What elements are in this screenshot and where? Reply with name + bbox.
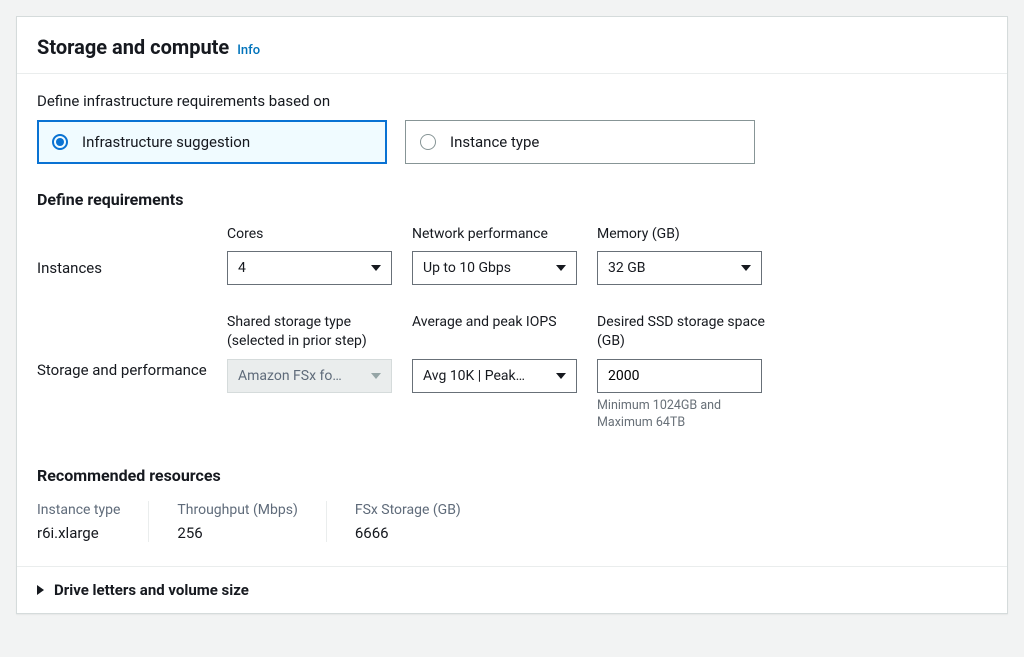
chevron-down-icon bbox=[371, 265, 381, 271]
requirements-grid: Instances Cores 4 Network performance Up… bbox=[37, 225, 987, 432]
panel-header: Storage and compute Info bbox=[17, 17, 1007, 74]
rec-value: 256 bbox=[177, 524, 297, 542]
shared-type-label: Shared storage type (selected in prior s… bbox=[227, 313, 402, 353]
cores-label: Cores bbox=[227, 225, 402, 245]
rec-fsx-storage: FSx Storage (GB) 6666 bbox=[355, 501, 489, 542]
field-cores: Cores 4 bbox=[227, 225, 402, 285]
field-shared-storage-type: Shared storage type (selected in prior s… bbox=[227, 313, 402, 393]
rec-label: FSx Storage (GB) bbox=[355, 501, 461, 520]
drive-letters-expander[interactable]: Drive letters and volume size bbox=[17, 566, 1007, 613]
ssd-label: Desired SSD storage space (GB) bbox=[597, 313, 772, 353]
rec-label: Throughput (Mbps) bbox=[177, 501, 297, 520]
rec-label: Instance type bbox=[37, 501, 120, 520]
chevron-down-icon bbox=[556, 373, 566, 379]
row-label-instances: Instances bbox=[37, 225, 217, 277]
ssd-hint: Minimum 1024GB and Maximum 64TB bbox=[597, 398, 762, 432]
define-requirements-heading: Define requirements bbox=[37, 190, 987, 209]
rec-instance-type: Instance type r6i.xlarge bbox=[37, 501, 149, 542]
tile-instance-type[interactable]: Instance type bbox=[405, 120, 755, 164]
recommended-heading: Recommended resources bbox=[37, 466, 987, 485]
tile-label: Infrastructure suggestion bbox=[82, 133, 250, 151]
rec-value: 6666 bbox=[355, 524, 461, 542]
info-link[interactable]: Info bbox=[237, 43, 260, 58]
tile-label: Instance type bbox=[450, 133, 539, 151]
radio-icon bbox=[420, 134, 436, 150]
radio-icon bbox=[52, 134, 68, 150]
field-ssd: Desired SSD storage space (GB) Minimum 1… bbox=[597, 313, 772, 432]
memory-select[interactable]: 32 GB bbox=[597, 251, 762, 285]
cores-select[interactable]: 4 bbox=[227, 251, 392, 285]
iops-label: Average and peak IOPS bbox=[412, 313, 587, 353]
recommended-row: Instance type r6i.xlarge Throughput (Mbp… bbox=[37, 501, 987, 542]
field-network: Network performance Up to 10 Gbps bbox=[412, 225, 587, 285]
shared-type-select: Amazon FSx fo… bbox=[227, 359, 392, 393]
ssd-input[interactable] bbox=[597, 359, 762, 393]
field-iops: Average and peak IOPS Avg 10K | Peak… bbox=[412, 313, 587, 393]
panel-title: Storage and compute bbox=[37, 35, 229, 59]
shared-type-value: Amazon FSx fo… bbox=[238, 368, 342, 384]
caret-right-icon bbox=[37, 585, 44, 595]
network-label: Network performance bbox=[412, 225, 587, 245]
tile-infrastructure-suggestion[interactable]: Infrastructure suggestion bbox=[37, 120, 387, 164]
basis-label: Define infrastructure requirements based… bbox=[37, 92, 987, 110]
rec-value: r6i.xlarge bbox=[37, 524, 120, 542]
row-label-storage: Storage and performance bbox=[37, 313, 217, 379]
chevron-down-icon bbox=[371, 373, 381, 379]
chevron-down-icon bbox=[741, 265, 751, 271]
cores-value: 4 bbox=[238, 260, 246, 276]
field-memory: Memory (GB) 32 GB bbox=[597, 225, 772, 285]
iops-value: Avg 10K | Peak… bbox=[423, 368, 525, 384]
rec-throughput: Throughput (Mbps) 256 bbox=[177, 501, 326, 542]
memory-value: 32 GB bbox=[608, 260, 645, 276]
chevron-down-icon bbox=[556, 265, 566, 271]
storage-compute-panel: Storage and compute Info Define infrastr… bbox=[16, 16, 1008, 614]
memory-label: Memory (GB) bbox=[597, 225, 772, 245]
network-value: Up to 10 Gbps bbox=[423, 260, 511, 276]
basis-tiles: Infrastructure suggestion Instance type bbox=[37, 120, 987, 164]
iops-select[interactable]: Avg 10K | Peak… bbox=[412, 359, 577, 393]
panel-body: Define infrastructure requirements based… bbox=[17, 74, 1007, 566]
network-select[interactable]: Up to 10 Gbps bbox=[412, 251, 577, 285]
expander-label: Drive letters and volume size bbox=[54, 581, 249, 599]
